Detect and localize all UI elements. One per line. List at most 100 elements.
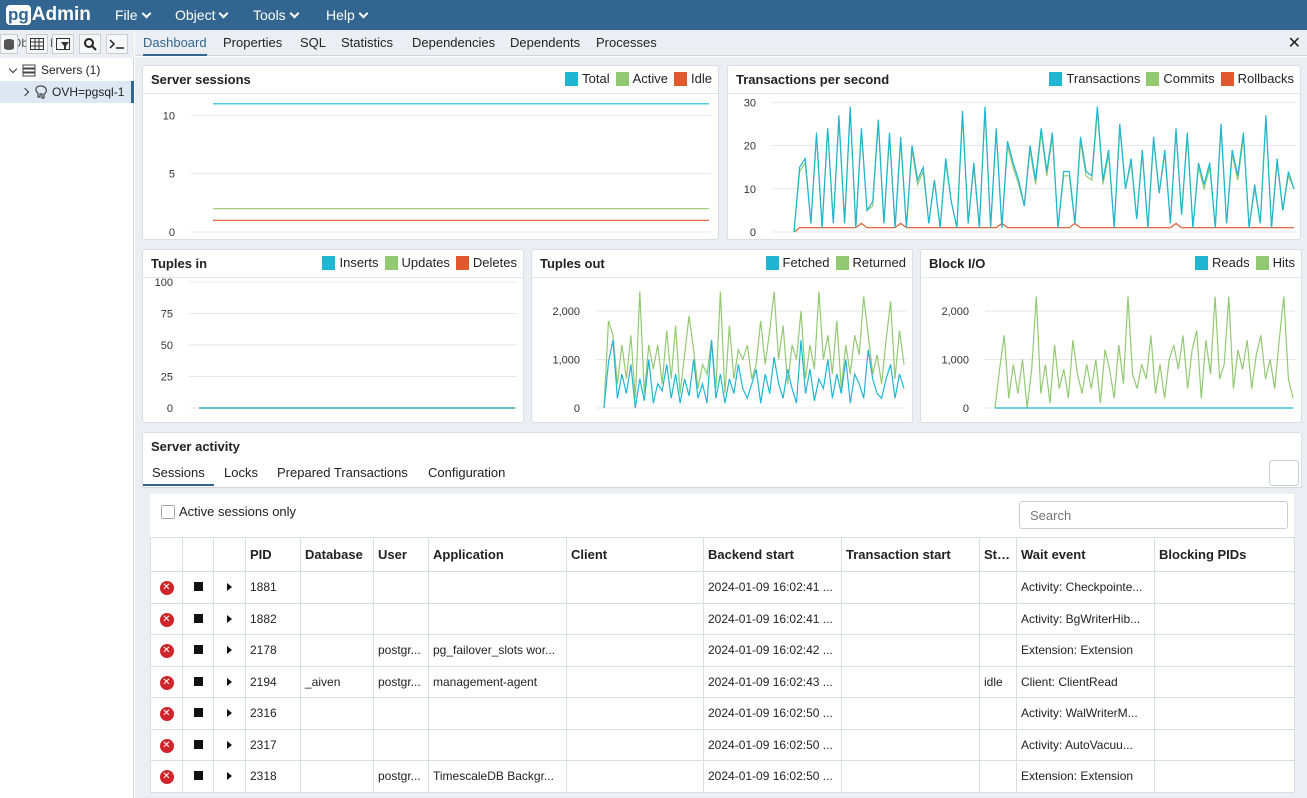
- cell-backend-start: 2024-01-09 16:02:50 ...: [703, 728, 842, 761]
- cell-wait-event: Activity: AutoVacuu...: [1016, 728, 1155, 761]
- terminate-session-icon[interactable]: ✕: [159, 770, 174, 785]
- logo-pg: pg: [6, 5, 31, 25]
- tab-sessions[interactable]: Sessions: [143, 460, 214, 486]
- cell-database: [300, 602, 374, 635]
- terminal-icon[interactable]: [106, 34, 128, 54]
- cell-user: postgr...: [373, 760, 429, 793]
- tab-dependencies[interactable]: Dependencies: [412, 30, 495, 56]
- legend-label: Active: [632, 71, 669, 86]
- terminate-session-icon[interactable]: ✕: [159, 738, 174, 753]
- expand-row-icon[interactable]: [227, 772, 232, 781]
- menu-file[interactable]: File: [115, 0, 152, 30]
- refresh-button[interactable]: [1269, 460, 1299, 502]
- expand-row-icon[interactable]: [227, 740, 232, 749]
- tab-statistics[interactable]: Statistics: [341, 30, 393, 56]
- cancel-query-icon[interactable]: [193, 676, 203, 686]
- cell-client: [566, 602, 704, 635]
- table-row[interactable]: ✕ 2318 postgr... TimescaleDB Backgr... 2024-…: [150, 760, 1295, 793]
- column-header-blocking-pids[interactable]: Blocking PIDs: [1154, 537, 1295, 572]
- tree-servers[interactable]: Servers (1): [0, 59, 134, 81]
- cancel-query-icon[interactable]: [193, 771, 203, 781]
- expand-row-icon[interactable]: [227, 709, 232, 718]
- tab-prepared-transactions[interactable]: Prepared Transactions: [277, 460, 408, 486]
- menu-object[interactable]: Object: [175, 0, 229, 30]
- legend-swatch-returned: [835, 255, 849, 270]
- expand-cell: [213, 634, 246, 667]
- cancel-query-icon[interactable]: [193, 708, 203, 718]
- y-tick-label: 75: [161, 309, 173, 321]
- table-row[interactable]: ✕ 2316 2024-01-09 16:02:50 ... Activity: Wa…: [150, 697, 1295, 730]
- cancel-cell: [182, 571, 214, 604]
- cell-transaction-start: [841, 760, 980, 793]
- column-header-pid[interactable]: PID: [245, 537, 301, 572]
- tab-dependents[interactable]: Dependents: [510, 30, 580, 56]
- table-row[interactable]: ✕ 2317 2024-01-09 16:02:50 ... Activity: Au…: [150, 728, 1295, 761]
- legend-label: Commits: [1163, 71, 1215, 86]
- expand-row-icon[interactable]: [227, 646, 232, 655]
- logo-text: Admin: [31, 4, 91, 25]
- menu-help[interactable]: Help: [326, 0, 369, 30]
- expand-row-icon[interactable]: [227, 614, 232, 623]
- terminate-session-icon[interactable]: ✕: [159, 675, 174, 690]
- cell-state: [979, 602, 1017, 635]
- expand-row-icon[interactable]: [227, 677, 232, 686]
- column-header-state[interactable]: State: [979, 537, 1017, 572]
- filter-table-icon[interactable]: [52, 34, 74, 54]
- column-header-transaction-start[interactable]: Transaction start: [841, 537, 980, 572]
- y-tick-label: 100: [155, 278, 173, 289]
- cancel-query-icon[interactable]: [193, 613, 203, 623]
- terminate-session-icon[interactable]: ✕: [159, 612, 174, 627]
- tps-card: Transactions per second Transactions Com…: [727, 65, 1301, 240]
- table-row[interactable]: ✕ 1881 2024-01-09 16:02:41 ... Activity: Ch…: [150, 571, 1295, 604]
- expand-row-icon[interactable]: [227, 583, 232, 592]
- close-icon[interactable]: ✕: [1288, 33, 1301, 53]
- table-row[interactable]: ✕ 2194 _aiven postgr... management-agent 2024…: [150, 665, 1295, 698]
- legend-swatch-reads: [1195, 255, 1209, 270]
- chart-legend: Fetched Returned: [760, 255, 906, 270]
- search-input[interactable]: [1019, 501, 1288, 529]
- table-icon[interactable]: [26, 34, 48, 54]
- tree-server-item[interactable]: OVH=pgsql-1: [0, 81, 134, 103]
- card-title: Tuples out: [540, 256, 605, 271]
- cancel-query-icon[interactable]: [193, 739, 203, 749]
- terminate-session-icon[interactable]: ✕: [159, 707, 174, 722]
- cancel-query-icon[interactable]: [193, 582, 203, 592]
- cell-database: [300, 760, 374, 793]
- checkbox-box[interactable]: [161, 504, 175, 519]
- database-icon[interactable]: [0, 34, 18, 54]
- terminate-session-icon[interactable]: ✕: [159, 581, 174, 596]
- legend-label: Rollbacks: [1237, 71, 1294, 86]
- cell-state: [979, 634, 1017, 667]
- column-header-database[interactable]: Database: [300, 537, 374, 572]
- y-tick-label: 0: [574, 403, 580, 415]
- active-sessions-checkbox[interactable]: Active sessions only: [161, 504, 296, 519]
- menu-tools[interactable]: Tools: [253, 0, 300, 30]
- y-tick-label: 2,000: [941, 306, 969, 318]
- cell-application: [428, 602, 567, 635]
- tab-locks[interactable]: Locks: [224, 460, 258, 486]
- terminate-session-icon[interactable]: ✕: [159, 644, 174, 659]
- cell-transaction-start: [841, 634, 980, 667]
- cell-state: [979, 760, 1017, 793]
- tab-properties[interactable]: Properties: [223, 30, 282, 56]
- column-header-client[interactable]: Client: [566, 537, 704, 572]
- cell-pid: 2194: [245, 665, 301, 698]
- checkbox-label: Active sessions only: [179, 504, 297, 519]
- column-header-application[interactable]: Application: [428, 537, 567, 572]
- menu-help-label: Help: [326, 7, 355, 23]
- table-row[interactable]: ✕ 2178 postgr... pg_failover_slots wor... 20…: [150, 634, 1295, 667]
- table-row[interactable]: ✕ 1882 2024-01-09 16:02:41 ... Activity: Bg…: [150, 602, 1295, 635]
- cancel-cell: [182, 728, 214, 761]
- column-header-user[interactable]: User: [373, 537, 429, 572]
- tab-sql[interactable]: SQL: [300, 30, 326, 56]
- tab-processes[interactable]: Processes: [596, 30, 657, 56]
- cancel-query-icon[interactable]: [193, 645, 203, 655]
- tuples-out-card: Tuples out Fetched Returned 0 1,000 2,000: [531, 249, 913, 423]
- column-header-wait-event[interactable]: Wait event: [1016, 537, 1155, 572]
- chart-legend: Reads Hits: [1189, 255, 1295, 270]
- column-header-backend-start[interactable]: Backend start: [703, 537, 842, 572]
- search-icon[interactable]: [79, 34, 101, 54]
- tab-dashboard[interactable]: Dashboard: [143, 30, 207, 56]
- tab-configuration[interactable]: Configuration: [428, 460, 505, 486]
- y-tick-label: 1,000: [941, 355, 969, 367]
